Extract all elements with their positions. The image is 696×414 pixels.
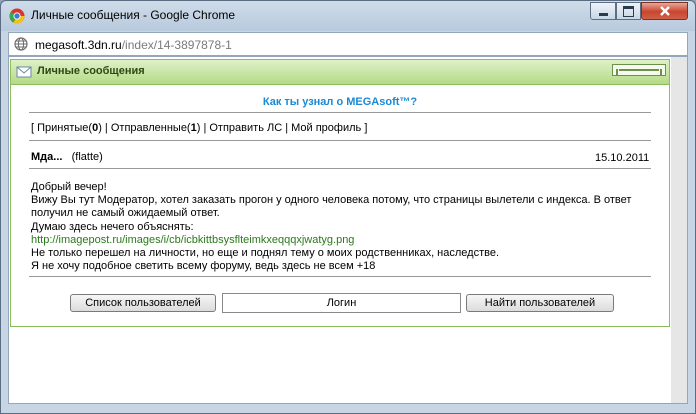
nav-inbox-link[interactable]: Принятые(0) <box>37 122 102 134</box>
page-content: Личные сообщения Как ты узнал о MEGAsoft… <box>8 56 688 404</box>
maximize-button[interactable] <box>616 2 641 20</box>
message-body: Добрый вечер! Вижу Вы тут Модератор, хот… <box>31 181 661 273</box>
message-line: Вижу Вы тут Модератор, хотел заказать пр… <box>31 194 632 207</box>
nav-send-message-link[interactable]: Отправить ЛС <box>209 122 282 134</box>
url-text: megasoft.3dn.ru/index/14-3897878-1 <box>35 38 232 52</box>
panel-header: Личные сообщения <box>11 60 669 85</box>
find-users-button[interactable]: Найти пользователей <box>466 294 614 312</box>
nav-inbox-label: Принятые( <box>37 122 93 134</box>
nav-bracket: ] <box>361 122 368 134</box>
url-host: megasoft.3dn.ru <box>35 38 122 52</box>
window-title: Личные сообщения - Google Chrome <box>31 8 236 22</box>
login-search-input[interactable]: Логин <box>222 293 461 313</box>
browser-window: Личные сообщения - Google Chrome megasof… <box>0 0 696 414</box>
close-icon <box>659 6 670 16</box>
page-background <box>9 327 687 403</box>
message-line: Не только перешел на личности, но еще и … <box>31 247 500 260</box>
messages-panel: Личные сообщения Как ты узнал о MEGAsoft… <box>10 59 670 327</box>
message-line: получил не самый ожидаемый ответ. <box>31 207 220 220</box>
nav-separator: | <box>282 122 292 134</box>
address-bar[interactable]: megasoft.3dn.ru/index/14-3897878-1 <box>8 32 688 56</box>
nav-sent-label: Отправленные( <box>110 122 191 134</box>
chrome-logo-icon <box>9 8 25 24</box>
close-button[interactable] <box>641 2 688 20</box>
nav-separator: | <box>101 122 111 134</box>
panel-title: Личные сообщения <box>37 65 145 77</box>
divider <box>29 276 651 277</box>
divider <box>29 140 651 141</box>
message-date: 15.10.2011 <box>595 152 650 164</box>
maximize-icon <box>623 5 634 17</box>
minimize-button[interactable] <box>590 2 616 20</box>
title-bar[interactable]: Личные сообщения - Google Chrome <box>1 1 695 31</box>
sender-name[interactable]: Мда... <box>31 151 62 163</box>
message-link[interactable]: http://imagepost.ru/images/i/cb/icbkittb… <box>31 234 661 247</box>
sender-login[interactable]: (flatte) <box>72 151 103 163</box>
message-line: Я не хочу подобное светить всему форуму,… <box>31 260 376 273</box>
divider <box>29 112 651 113</box>
message-sender: Мда... (flatte) <box>31 151 103 163</box>
message-nav: [ Принятые(0) | Отправленные(1) | Отправ… <box>31 122 367 134</box>
envelope-icon <box>16 66 32 78</box>
nav-sent-link[interactable]: Отправленные(1) <box>111 122 201 134</box>
message-line: Добрый вечер! <box>31 181 107 193</box>
page-scroll-area <box>671 57 687 403</box>
globe-icon <box>14 37 28 51</box>
user-list-button[interactable]: Список пользователей <box>70 294 216 312</box>
minimize-icon <box>598 12 608 16</box>
message-line: Думаю здесь нечего объяснять: <box>31 220 194 233</box>
divider <box>29 168 651 169</box>
message-subject: Как ты узнал о MEGAsoft™? <box>262 96 418 108</box>
panel-collapse-button[interactable] <box>612 64 666 76</box>
nav-profile-link[interactable]: Мой профиль <box>291 122 361 134</box>
url-path: /index/14-3897878-1 <box>121 38 232 52</box>
